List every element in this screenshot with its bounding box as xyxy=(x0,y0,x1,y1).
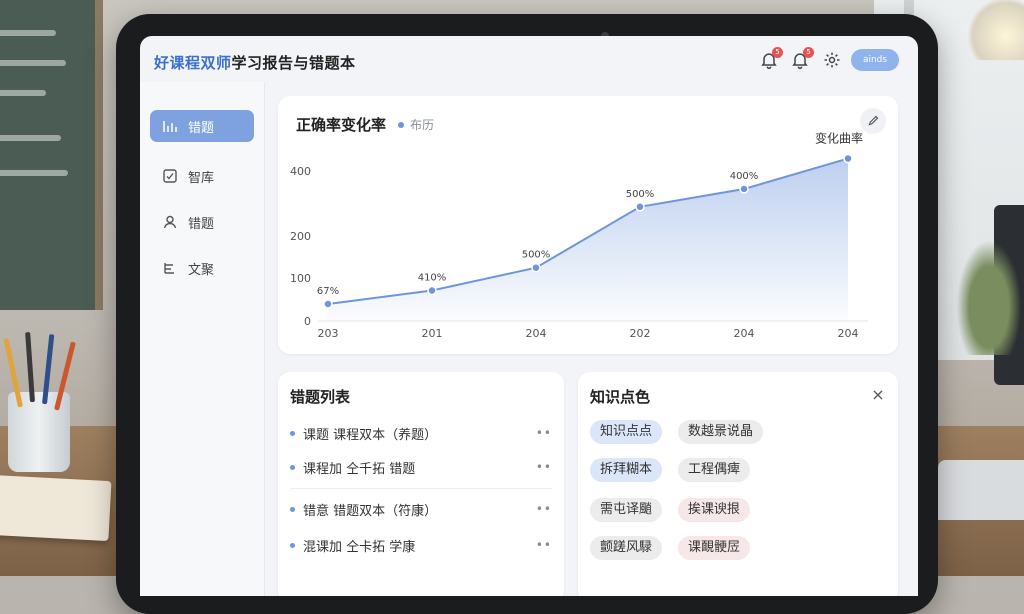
data-point xyxy=(635,202,645,212)
checkbox-icon xyxy=(162,168,178,184)
knowledge-tag[interactable]: 挨课谀拫 xyxy=(678,498,751,522)
notification-badge: 5 xyxy=(803,47,814,58)
sidebar-item-label: 错题 xyxy=(188,216,215,232)
x-tick-label: 204 xyxy=(526,327,547,340)
sidebar: 错题 智库 错题 文聚 xyxy=(140,82,265,596)
data-point xyxy=(843,153,853,164)
mistakes-list-card: 错题列表 课题 课程双本（养题） •• 课程加 仝千拓 错题 •• 错意 错题双… xyxy=(278,372,564,596)
data-point xyxy=(531,262,541,273)
list-item-text: 课程加 仝千拓 错题 xyxy=(303,461,416,477)
notification-badge: 5 xyxy=(772,47,783,58)
knowledge-points-card: 知识点色 × 知识点点 数越景说晶 拆拜糊本 工程偶痺 需屯译颵 挨课谀拫 颤蹉… xyxy=(578,372,898,596)
x-tick-label: 203 xyxy=(318,327,339,340)
x-tick-label: 204 xyxy=(734,327,755,340)
app-title: 好课程双师学习报告与错题本 xyxy=(154,52,356,73)
data-point xyxy=(739,184,749,194)
knowledge-tag[interactable]: 知识点点 xyxy=(590,420,663,444)
knowledge-tag[interactable]: 数越景说晶 xyxy=(678,420,764,444)
keyboard xyxy=(928,460,1024,520)
x-tick-label: 202 xyxy=(630,327,651,340)
sidebar-item-label: 文聚 xyxy=(188,262,215,278)
list-item[interactable]: 错意 错题双本（符康） •• xyxy=(290,498,552,520)
list-item-text: 错意 错题双本（符康） xyxy=(303,503,438,519)
app-title-rest: 学习报告与错题本 xyxy=(231,54,356,72)
more-options-button[interactable]: •• xyxy=(536,460,552,474)
divider xyxy=(290,488,552,489)
list-item-text: 混课加 仝卡拓 学康 xyxy=(303,539,416,555)
data-point xyxy=(427,285,437,296)
sidebar-item-mistakes[interactable]: 错题 xyxy=(150,110,254,142)
app-header: 好课程双师学习报告与错题本 5 5 ainds xyxy=(140,36,918,88)
sidebar-item-documents[interactable]: 文聚 xyxy=(150,252,254,284)
sidebar-item-library[interactable]: 智库 xyxy=(150,160,254,192)
data-label: 410% xyxy=(418,273,447,284)
knowledge-tag[interactable]: 课靦骾㞐 xyxy=(678,536,751,560)
sidebar-item-label: 错题 xyxy=(188,120,215,136)
pencil-cup xyxy=(3,331,76,472)
x-tick-label: 204 xyxy=(838,327,859,340)
accuracy-chart-card: 正确率变化率 布历 0 100 200 400 67% 203 410% 201 500% 204… xyxy=(278,96,898,354)
notebook xyxy=(0,474,112,542)
user-profile-button[interactable]: ainds xyxy=(851,49,899,71)
chalkboard xyxy=(0,0,103,310)
app-title-brand: 好课程双师 xyxy=(154,54,232,72)
settings-button[interactable] xyxy=(822,50,844,72)
bullet xyxy=(290,464,295,470)
list-item-text: 课题 课程双本（养题） xyxy=(303,427,438,443)
knowledge-tag[interactable]: 拆拜糊本 xyxy=(590,458,663,482)
bullet xyxy=(290,506,295,512)
x-tick-label: 201 xyxy=(422,327,443,340)
y-tick-label: 400 xyxy=(290,165,311,178)
notification-bell-button[interactable]: 5 xyxy=(759,47,783,72)
list-item[interactable]: 混课加 仝卡拓 学康 •• xyxy=(290,534,552,556)
sidebar-item-label: 智库 xyxy=(188,170,215,186)
plant xyxy=(954,235,1024,355)
knowledge-title: 知识点色 xyxy=(590,388,651,406)
data-label: 500% xyxy=(626,189,655,200)
more-options-button[interactable]: •• xyxy=(536,538,552,552)
message-bell-button[interactable]: 5 xyxy=(790,47,814,72)
knowledge-tag[interactable]: 颤蹉风騄 xyxy=(590,536,663,560)
data-label: 67% xyxy=(317,286,339,297)
y-tick-label: 200 xyxy=(290,230,311,243)
series-name-label: 变化曲率 xyxy=(815,131,863,146)
mistakes-list-title: 错题列表 xyxy=(290,388,351,406)
app-screen: 好课程双师学习报告与错题本 5 5 ainds 错题 智库 错题 文聚 正确率变… xyxy=(140,36,918,596)
y-tick-label: 100 xyxy=(290,272,311,285)
close-icon: × xyxy=(871,384,885,404)
series-area xyxy=(328,158,848,321)
more-options-button[interactable]: •• xyxy=(536,426,552,440)
user-icon xyxy=(162,214,178,230)
more-options-button[interactable]: •• xyxy=(536,502,552,516)
y-tick-label: 0 xyxy=(304,315,311,328)
knowledge-tag[interactable]: 需屯译颵 xyxy=(590,498,663,522)
bullet xyxy=(290,430,295,436)
bar-chart-icon xyxy=(162,118,178,134)
sidebar-item-questions[interactable]: 错题 xyxy=(150,206,254,238)
data-label: 400% xyxy=(730,171,759,182)
knowledge-tag[interactable]: 工程偶痺 xyxy=(678,458,751,482)
list-icon xyxy=(162,260,178,276)
list-item[interactable]: 课程加 仝千拓 错题 •• xyxy=(290,456,552,478)
lamp xyxy=(964,0,1024,60)
bullet xyxy=(290,542,295,548)
gear-icon xyxy=(822,52,842,74)
close-button[interactable]: × xyxy=(868,384,888,404)
list-item[interactable]: 课题 课程双本（养题） •• xyxy=(290,422,552,444)
accuracy-line-chart: 0 100 200 400 67% 203 410% 201 500% 204 500% 202 400… xyxy=(290,131,868,340)
data-point xyxy=(323,299,333,309)
data-label: 500% xyxy=(522,250,551,261)
